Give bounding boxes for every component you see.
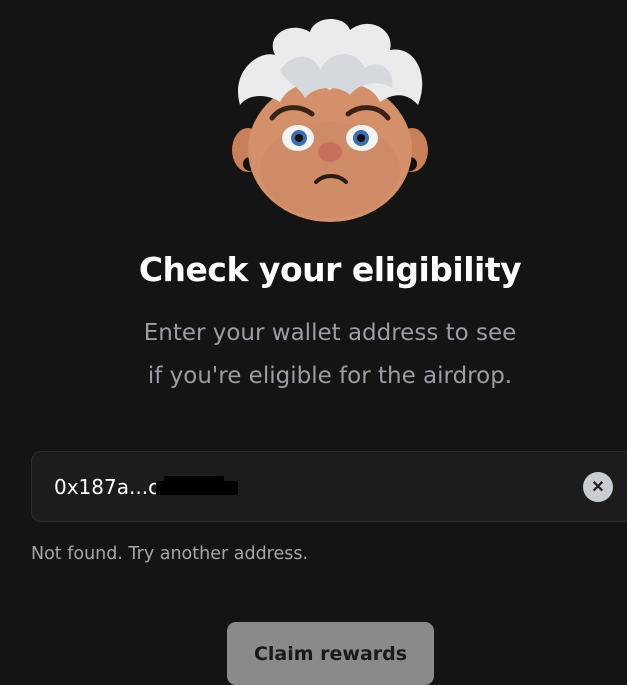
avatar-illustration: [232, 18, 428, 222]
status-message: Not found. Try another address.: [31, 544, 309, 564]
close-icon: ✕: [591, 479, 605, 496]
page-title: Check your eligibility: [138, 250, 522, 289]
page-subtitle: Enter your wallet address to see if you'…: [0, 312, 627, 398]
clear-input-button[interactable]: ✕: [583, 472, 613, 502]
redaction-mark: [156, 476, 238, 495]
wallet-address-field[interactable]: ✕: [31, 451, 627, 522]
subtitle-line-2: if you're eligible for the airdrop.: [147, 363, 513, 389]
subtitle-line-1: Enter your wallet address to see: [143, 320, 517, 346]
wallet-address-input[interactable]: [54, 470, 574, 504]
claim-rewards-button[interactable]: Claim rewards: [227, 622, 434, 685]
